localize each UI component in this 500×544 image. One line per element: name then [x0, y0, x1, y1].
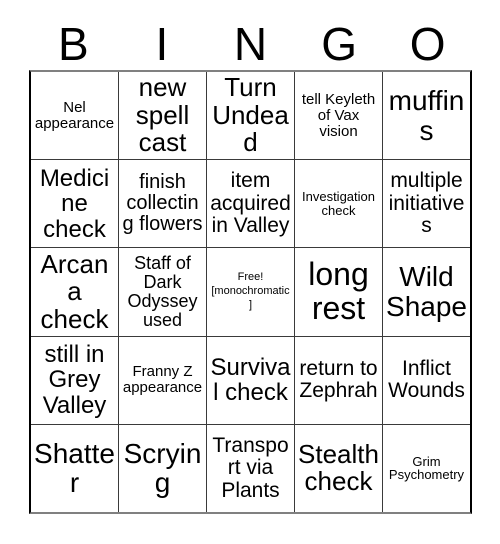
- bingo-row: Nel appearance new spell cast Turn Undea…: [31, 72, 470, 160]
- bingo-cell-label: Scrying: [123, 437, 202, 499]
- bingo-cell[interactable]: tell Keyleth of Vax vision: [294, 72, 382, 160]
- bingo-header-letter-i: I: [155, 18, 169, 70]
- bingo-cell-label: Survival check: [210, 353, 291, 407]
- bingo-cell-label: Transport via Plants: [212, 434, 289, 502]
- bingo-header-row: B I N G O: [29, 18, 472, 70]
- bingo-cell-label: long rest: [308, 256, 369, 326]
- bingo-cell[interactable]: Franny Z appearance: [118, 336, 206, 424]
- bingo-row: Arcana check Staff of Dark Odyssey used …: [31, 247, 470, 336]
- bingo-cell-label: Inflict Wounds: [388, 356, 465, 403]
- bingo-cell[interactable]: item acquired in Valley: [206, 160, 294, 248]
- bingo-card: B I N G O Nel appearance new spell cast …: [0, 0, 500, 544]
- bingo-cell[interactable]: return to Zephrah: [294, 336, 382, 424]
- bingo-row: Medicine check finish collecting flowers…: [31, 159, 470, 248]
- bingo-cell[interactable]: multiple initiatives: [382, 160, 470, 248]
- bingo-cell-label: Turn Undead: [212, 72, 289, 158]
- bingo-free-space[interactable]: Free! [monochromatic]: [206, 248, 294, 336]
- bingo-cell[interactable]: Wild Shape: [382, 248, 470, 336]
- bingo-header-letter-g: G: [321, 18, 357, 70]
- bingo-cell[interactable]: still in Grey Valley: [31, 336, 118, 424]
- bingo-cell[interactable]: finish collecting flowers: [118, 160, 206, 248]
- bingo-cell[interactable]: Inflict Wounds: [382, 336, 470, 424]
- bingo-cell-label: Arcana check: [40, 248, 109, 334]
- bingo-cell[interactable]: Transport via Plants: [206, 424, 294, 513]
- bingo-cell-label: Medicine check: [39, 164, 110, 243]
- bingo-cell-label: return to Zephrah: [299, 356, 378, 403]
- bingo-grid: Nel appearance new spell cast Turn Undea…: [29, 70, 472, 514]
- bingo-cell[interactable]: Scrying: [118, 424, 206, 513]
- bingo-cell-label: muffins: [388, 84, 465, 146]
- bingo-cell-label: Wild Shape: [386, 261, 467, 322]
- bingo-cell[interactable]: long rest: [294, 248, 382, 336]
- bingo-cell[interactable]: muffins: [382, 72, 470, 160]
- bingo-cell-label: still in Grey Valley: [42, 341, 107, 419]
- bingo-row: Shatter Scrying Transport via Plants Ste…: [31, 423, 470, 513]
- bingo-cell[interactable]: Medicine check: [31, 160, 118, 248]
- bingo-cell-label: item acquired in Valley: [210, 169, 291, 237]
- bingo-cell[interactable]: Grim Psychometry: [382, 424, 470, 513]
- bingo-header-letter-b: B: [57, 18, 89, 70]
- bingo-cell-label: tell Keyleth of Vax vision: [301, 90, 376, 140]
- bingo-cell-label: Staff of Dark Odyssey used: [127, 252, 198, 331]
- bingo-cell-label: multiple initiatives: [388, 169, 465, 237]
- bingo-cell-label: Franny Z appearance: [122, 363, 203, 397]
- bingo-cell-label: Stealth check: [298, 438, 379, 497]
- bingo-cell[interactable]: Investigation check: [294, 160, 382, 248]
- bingo-header-letter-o: O: [409, 18, 446, 70]
- bingo-cell-label: Grim Psychometry: [388, 453, 465, 483]
- bingo-cell[interactable]: Arcana check: [31, 248, 118, 336]
- bingo-cell[interactable]: Stealth check: [294, 424, 382, 513]
- bingo-cell[interactable]: Shatter: [31, 424, 118, 513]
- bingo-cell[interactable]: Nel appearance: [31, 72, 118, 160]
- bingo-cell-label: Shatter: [34, 437, 115, 499]
- bingo-header-letter-n: N: [233, 18, 268, 70]
- bingo-cell[interactable]: Survival check: [206, 336, 294, 424]
- bingo-cell-label: finish collecting flowers: [122, 171, 203, 236]
- bingo-cell-label: Investigation check: [302, 189, 375, 218]
- bingo-row: still in Grey Valley Franny Z appearance…: [31, 335, 470, 424]
- bingo-cell[interactable]: Staff of Dark Odyssey used: [118, 248, 206, 336]
- bingo-cell[interactable]: Turn Undead: [206, 72, 294, 160]
- bingo-cell-label: new spell cast: [135, 72, 190, 158]
- bingo-free-space-label: Free! [monochromatic]: [211, 271, 290, 311]
- bingo-cell-label: Nel appearance: [34, 98, 115, 132]
- bingo-cell[interactable]: new spell cast: [118, 72, 206, 160]
